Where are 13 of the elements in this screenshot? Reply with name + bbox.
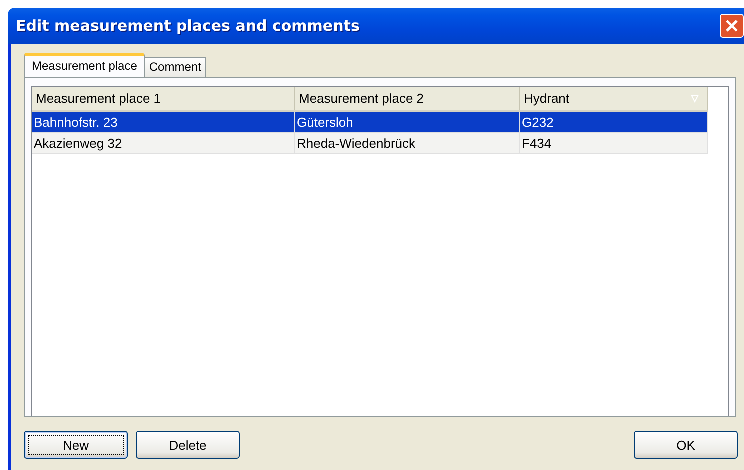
column-header[interactable]: Measurement place 1	[32, 87, 295, 110]
close-icon[interactable]	[720, 14, 744, 38]
window-title: Edit measurement places and comments	[16, 17, 361, 35]
column-header[interactable]: Hydrant	[520, 87, 708, 110]
delete-button[interactable]: Delete	[136, 431, 240, 459]
new-button[interactable]: New	[24, 431, 128, 459]
table-row[interactable]: Akazienweg 32 Rheda-Wiedenbrück F434	[32, 133, 708, 154]
sort-icon	[691, 95, 699, 103]
tab[interactable]: Comment	[144, 57, 206, 77]
table-row[interactable]: Bahnhofstr. 23 Gütersloh G232	[32, 112, 708, 133]
tab[interactable]: Measurement place	[24, 53, 146, 77]
column-header[interactable]: Measurement place 2	[295, 87, 520, 110]
ok-button[interactable]: OK	[634, 431, 738, 459]
